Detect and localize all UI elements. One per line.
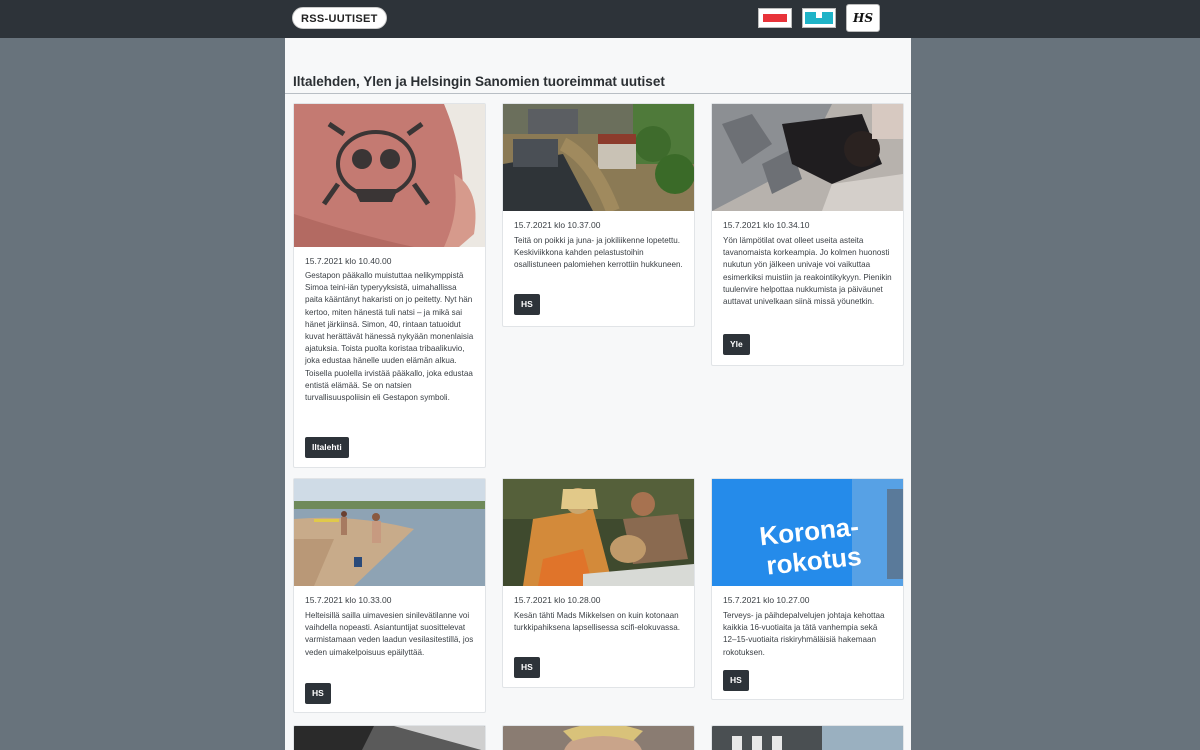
yle-source-button[interactable]: [802, 8, 836, 28]
news-summary: Gestapon pääkallo muistuttaa nelikymppis…: [305, 271, 474, 403]
source-button-hs[interactable]: HS: [514, 294, 540, 315]
news-card-partial: [293, 725, 486, 750]
news-card-partial: [711, 725, 904, 750]
source-button-iltalehti[interactable]: Iltalehti: [305, 437, 349, 458]
source-button-yle[interactable]: Yle: [723, 334, 750, 355]
source-button-hs[interactable]: HS: [305, 683, 331, 704]
korona-rokotus-sign-photo[interactable]: Korona- rokotus: [712, 479, 903, 586]
film-still-photo[interactable]: [503, 479, 694, 586]
beach-photo[interactable]: [294, 479, 485, 586]
news-photo-partial[interactable]: [503, 726, 694, 750]
brand-logo[interactable]: RSS-UUTISET: [292, 7, 387, 29]
news-card: 15.7.2021 klo 10.40.00 Gestapon pääkallo…: [293, 103, 486, 468]
news-summary: Teitä on poikki ja juna- ja jokiliikenne…: [514, 236, 683, 270]
news-summary: Yön lämpötilat ovat olleet useita asteit…: [723, 236, 892, 307]
divider: [285, 93, 911, 94]
news-card: 15.7.2021 klo 10.34.10 Yön lämpötilat ov…: [711, 103, 904, 366]
news-date: 15.7.2021 klo 10.34.10: [723, 220, 810, 230]
news-card: 15.7.2021 klo 10.28.00 Kesän tähti Mads …: [502, 478, 695, 688]
news-card-partial: [502, 725, 695, 750]
news-photo-partial[interactable]: [712, 726, 903, 750]
news-card: 15.7.2021 klo 10.33.00 Helteisillä saill…: [293, 478, 486, 713]
skull-tattoo-photo[interactable]: [294, 104, 485, 247]
news-photo-partial[interactable]: [294, 726, 485, 750]
iltalehti-logo-icon: [763, 14, 787, 22]
flooded-town-photo[interactable]: [503, 104, 694, 211]
source-button-hs[interactable]: HS: [514, 657, 540, 678]
news-container: Iltalehden, Ylen ja Helsingin Sanomien t…: [285, 38, 911, 750]
page-title: Iltalehden, Ylen ja Helsingin Sanomien t…: [293, 74, 665, 89]
hs-logo-icon: HS: [852, 11, 873, 25]
hs-source-button[interactable]: HS: [846, 4, 880, 32]
news-summary: Kesän tähti Mads Mikkelsen on kuin koton…: [514, 611, 680, 633]
news-card: 15.7.2021 klo 10.37.00 Teitä on poikki j…: [502, 103, 695, 327]
news-date: 15.7.2021 klo 10.27.00: [723, 595, 810, 605]
news-date: 15.7.2021 klo 10.33.00: [305, 595, 392, 605]
sleeping-person-photo[interactable]: [712, 104, 903, 211]
news-card: Korona- rokotus 15.7.2021 klo 10.27.00 T…: [711, 478, 904, 700]
source-button-hs[interactable]: HS: [723, 670, 749, 691]
yle-logo-icon: [805, 12, 833, 24]
iltalehti-source-button[interactable]: [758, 8, 792, 28]
news-date: 15.7.2021 klo 10.37.00: [514, 220, 601, 230]
news-date: 15.7.2021 klo 10.40.00: [305, 256, 392, 266]
top-navbar: RSS-UUTISET HS: [0, 0, 1200, 38]
news-date: 15.7.2021 klo 10.28.00: [514, 595, 601, 605]
news-summary: Terveys- ja päihdepalvelujen johtaja keh…: [723, 611, 885, 657]
news-summary: Helteisillä sailla uimavesien sinileväti…: [305, 611, 474, 657]
